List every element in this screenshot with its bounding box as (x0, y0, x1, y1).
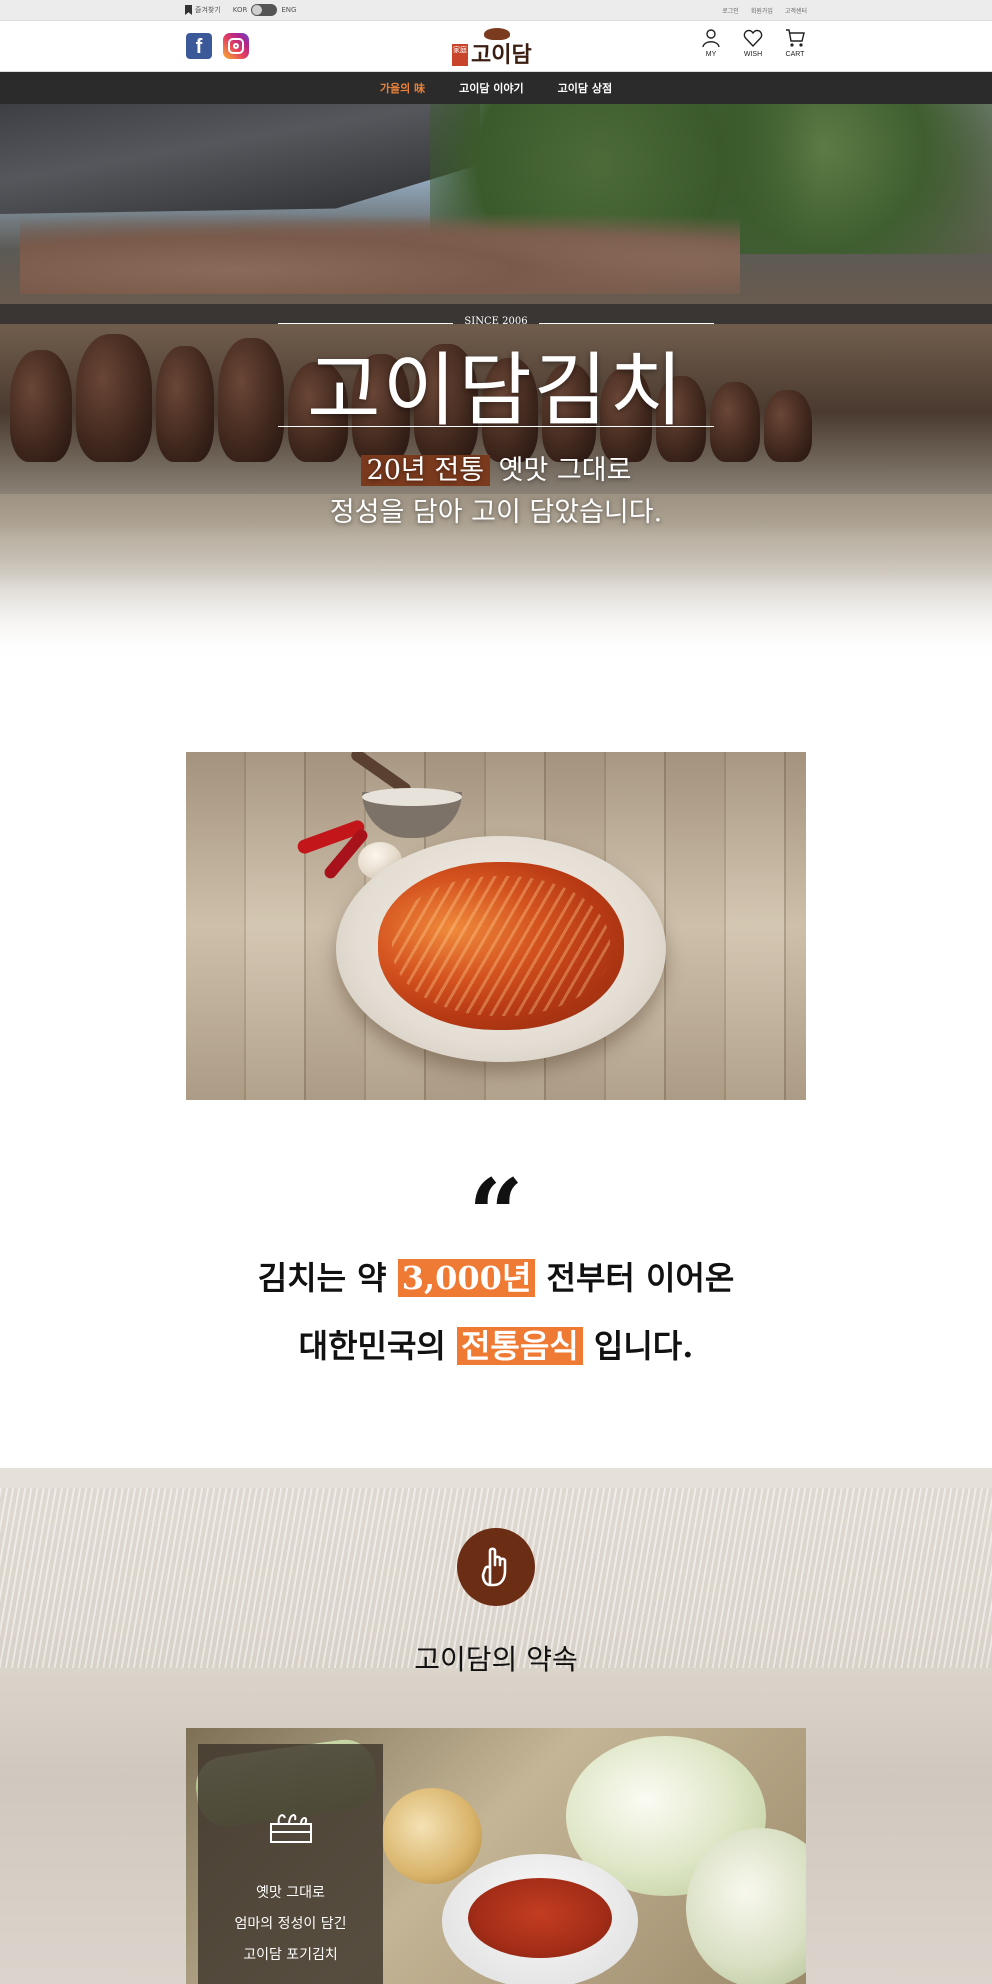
wish-label: WISH (743, 51, 763, 58)
logo-text: 고이담 (471, 42, 532, 68)
quote-highlight-years: 3,000년 (397, 1259, 536, 1297)
header-icons: MY WISH CART (699, 28, 807, 58)
page: 즐겨찾기 KOR ENG 로그인 회원가입 고객센터 f 家庭 고이담 MY W… (0, 0, 992, 1984)
cart-label: CART (785, 51, 805, 58)
bookmark-label: 즐겨찾기 (195, 6, 221, 14)
cart-button[interactable]: CART (783, 28, 807, 58)
utility-links: 로그인 회원가입 고객센터 (722, 6, 807, 15)
ingredients-photo: 옛맛 그대로 엄마의 정성이 담긴 고이담 포기김치 (186, 1728, 806, 1984)
promise-card-line1: 옛맛 그대로 (256, 1885, 325, 1901)
vegetable-crate-icon (269, 1814, 312, 1843)
quote-line2: 대한민국의 전통음식 입니다. (146, 1312, 846, 1380)
hero-title: 고이담김치 (307, 344, 685, 437)
logo-seal: 家庭 (452, 44, 468, 66)
language-toggle[interactable] (251, 4, 278, 16)
my-page-button[interactable]: MY (699, 28, 723, 58)
bookmark-link[interactable]: 즐겨찾기 (185, 5, 221, 15)
kimchi-bowl-photo (186, 752, 806, 1100)
quote-mark-icon: “ (468, 1158, 524, 1271)
promise-hand-icon (457, 1528, 535, 1606)
my-label: MY (705, 51, 717, 58)
quote-line1: 김치는 약 3,000년 전부터 이어온 (146, 1244, 846, 1312)
kimchi-quote: 김치는 약 3,000년 전부터 이어온 대한민국의 전통음식 입니다. (146, 1244, 846, 1380)
main-nav: 가을의 味 고이담 이야기 고이담 상점 (0, 72, 992, 104)
signup-link[interactable]: 회원가입 (751, 6, 773, 15)
hero-fade (0, 524, 992, 664)
quote-highlight-tradition: 전통음식 (456, 1327, 583, 1365)
promise-card-text: 옛맛 그대로 엄마의 정성이 담긴 고이담 포기김치 (198, 1878, 383, 1971)
promise-title: 고이담의 약속 (414, 1643, 578, 1676)
nav-item-autumn-taste[interactable]: 가을의 味 (380, 80, 425, 96)
customer-center-link[interactable]: 고객센터 (785, 6, 807, 15)
hero-divider (278, 426, 714, 427)
promise-card: 옛맛 그대로 엄마의 정성이 담긴 고이담 포기김치 (198, 1744, 383, 1984)
utility-left: 즐겨찾기 KOR ENG (185, 4, 296, 16)
hero-banner: SINCE 2006 고이담김치 20년 전통 옛맛 그대로 정성을 담아 고이… (0, 104, 992, 664)
hero-highlight: 20년 전통 (360, 455, 491, 486)
heart-icon (743, 29, 763, 48)
wish-button[interactable]: WISH (741, 28, 765, 58)
logo-pot-icon (484, 28, 510, 40)
site-header: f 家庭 고이담 MY WISH CART (0, 21, 992, 72)
hero-subtitle-line2: 정성을 담아 고이 담았습니다. (329, 497, 663, 528)
social-links: f (186, 33, 249, 59)
facebook-icon[interactable]: f (186, 33, 212, 59)
utility-bar: 즐겨찾기 KOR ENG 로그인 회원가입 고객센터 (0, 0, 992, 21)
bushes-image (20, 214, 740, 294)
promise-card-line2: 엄마의 정성이 담긴 (234, 1916, 347, 1932)
nav-item-story[interactable]: 고이담 이야기 (459, 80, 524, 96)
promise-card-line3: 고이담 포기김치 (243, 1947, 338, 1963)
instagram-icon[interactable] (223, 33, 249, 59)
hero-subtitle-line1: 20년 전통 옛맛 그대로 (200, 450, 792, 492)
promise-section: 고이담의 약속 옛맛 그대로 엄마의 정성이 담긴 고이담 포기김치 (0, 1468, 992, 1984)
quote-line2-post: 입니다. (582, 1327, 694, 1365)
site-logo[interactable]: 家庭 고이담 (452, 26, 544, 68)
lang-kor-label: KOR (232, 6, 248, 14)
quote-line1-pre: 김치는 약 (257, 1259, 398, 1297)
quote-line2-pre: 대한민국의 (298, 1327, 457, 1365)
nav-item-shop[interactable]: 고이담 상점 (558, 80, 612, 96)
login-link[interactable]: 로그인 (722, 6, 739, 15)
person-icon (702, 29, 720, 48)
language-switch: KOR ENG (232, 4, 297, 16)
bookmark-icon (185, 5, 192, 15)
hero-subtitle-line1-rest: 옛맛 그대로 (490, 455, 632, 486)
lang-eng-label: ENG (281, 6, 297, 14)
quote-line1-post: 전부터 이어온 (535, 1259, 735, 1297)
hero-subtitle: 20년 전통 옛맛 그대로 정성을 담아 고이 담았습니다. (200, 450, 792, 534)
hanok-roof-image (0, 104, 480, 214)
cart-icon (786, 29, 805, 47)
